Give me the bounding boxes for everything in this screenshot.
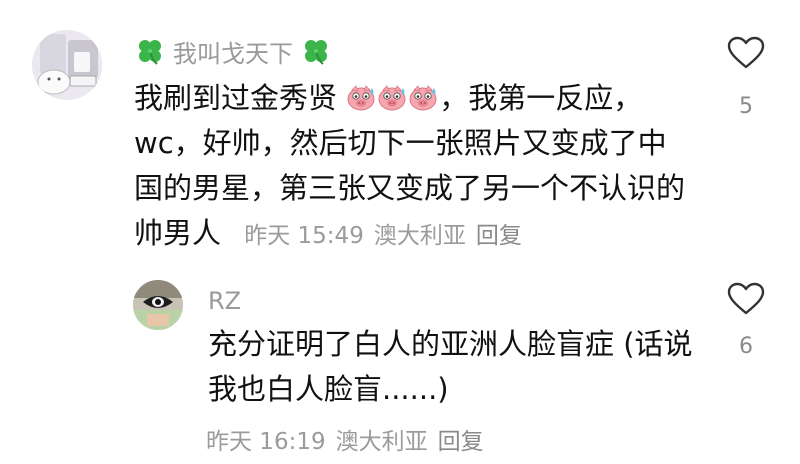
like-control[interactable]: 5 — [726, 36, 766, 119]
username-row: RZ — [208, 284, 241, 318]
comment-line: wc，好帅，然后切下一张照片又变成了中 — [134, 126, 667, 160]
reply-button[interactable]: 回复 — [438, 429, 484, 455]
like-count: 6 — [739, 334, 753, 359]
four-leaf-clover-icon — [305, 40, 327, 65]
comment-meta: 昨天 16:19 澳大利亚 回复 — [206, 422, 494, 456]
comment-item: 我叫戈天下 我刷到过金秀贤 ，我第一反应， wc，好帅，然后切下一张照片又变成了… — [0, 0, 800, 260]
comment-line: 充分证明了白人的亚洲人脸盲症 (话说 — [208, 327, 693, 361]
comment-text: 我刷到过金秀贤 ，我第一反应， wc，好帅，然后切下一张照片又变成了中 国的男星… — [134, 76, 714, 259]
comment-text: 充分证明了白人的亚洲人脸盲症 (话说 我也白人脸盲......) — [208, 322, 708, 412]
comment-line: 我刷到过金秀贤 ，我第一反应， — [134, 76, 714, 121]
comment-line: 国的男星，第三张又变成了另一个不认识的 — [134, 171, 686, 205]
comment-line: 我也白人脸盲......) — [208, 372, 449, 406]
comment-meta: 昨天 15:49 澳大利亚 回复 — [244, 223, 532, 249]
comment-time: 昨天 15:49 — [244, 223, 364, 249]
username[interactable]: 我叫戈天下 — [173, 34, 293, 69]
like-control[interactable]: 6 — [726, 282, 766, 359]
comment-line-text: 我刷到过金秀贤 — [134, 81, 338, 115]
heart-outline-icon[interactable] — [727, 36, 765, 70]
reply-button[interactable]: 回复 — [476, 223, 522, 249]
comment-time: 昨天 16:19 — [206, 429, 326, 455]
comment-location: 澳大利亚 — [335, 429, 428, 455]
avatar[interactable] — [133, 280, 183, 330]
reply-item: RZ 充分证明了白人的亚洲人脸盲症 (话说 我也白人脸盲......) 昨天 1… — [0, 260, 800, 464]
sweating-pig-face-icon — [347, 85, 375, 111]
comment-line-text: ，我第一反应， — [439, 81, 643, 115]
comment-line-text: 帅男人 — [134, 216, 222, 250]
sweating-pig-face-icon — [378, 85, 406, 111]
avatar[interactable] — [32, 30, 102, 100]
comment-line: 帅男人 昨天 15:49 澳大利亚 回复 — [134, 211, 714, 259]
sweating-pig-face-icon — [409, 85, 437, 111]
username-row: 我叫戈天下 — [135, 34, 331, 68]
heart-outline-icon[interactable] — [727, 282, 765, 316]
four-leaf-clover-icon — [139, 40, 161, 65]
username[interactable]: RZ — [208, 287, 241, 315]
comment-location: 澳大利亚 — [373, 223, 466, 249]
like-count: 5 — [739, 94, 753, 119]
